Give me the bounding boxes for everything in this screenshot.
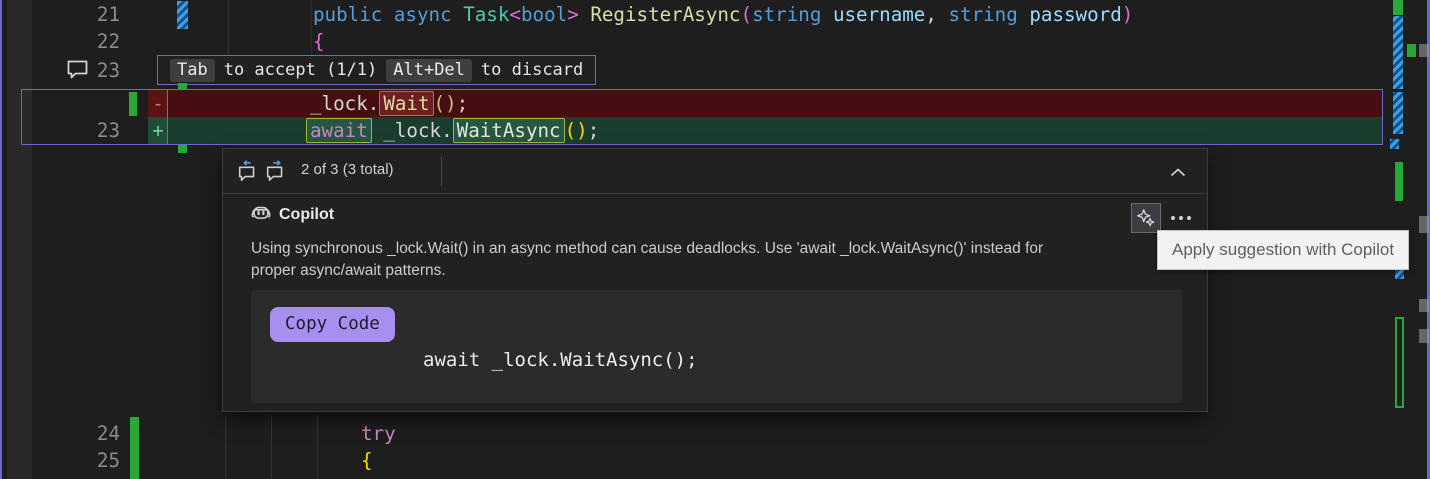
comment-icon[interactable]	[66, 60, 89, 79]
inserted-gutter-indicator	[130, 417, 139, 479]
more-actions-icon[interactable]	[1165, 205, 1197, 231]
next-comment-icon[interactable]	[263, 158, 289, 184]
indent-guide	[271, 415, 272, 479]
copy-code-button[interactable]: Copy Code	[270, 307, 395, 342]
diff-removed-sign: -	[148, 90, 168, 117]
comment-body-line: proper async/await patterns.	[251, 262, 446, 279]
line-number: 22	[96, 30, 120, 53]
hint-text: to discard	[480, 60, 584, 80]
glyph-margin	[7, 0, 32, 479]
diff-added-sign: +	[148, 117, 168, 144]
previous-comment-icon[interactable]	[235, 158, 261, 184]
ruler-modified-mark	[1393, 92, 1403, 134]
editor-left-border	[0, 0, 2, 479]
copilot-icon	[249, 202, 273, 226]
indent-guide	[228, 0, 229, 55]
inserted-gutter-indicator	[178, 144, 187, 153]
apply-suggestion-tooltip: Apply suggestion with Copilot	[1157, 230, 1410, 270]
comment-body-line: Using synchronous _lock.Wait() in an asy…	[251, 240, 1044, 257]
suggested-code: await _lock.WaitAsync();	[423, 349, 698, 371]
altdel-keybinding-chip: Alt+Del	[386, 58, 472, 82]
tab-keybinding-chip: Tab	[170, 58, 215, 82]
review-comment-widget: 2 of 3 (3 total) Copilot Using synchrono…	[222, 148, 1208, 412]
comment-pager-label: 2 of 3 (3 total)	[301, 161, 394, 178]
ruler-added-outline-mark	[1395, 317, 1404, 408]
ruler-added-mark	[1395, 162, 1403, 201]
diff-zone-inner-border	[167, 90, 168, 144]
line-number: 25	[96, 449, 120, 472]
code-line: {	[313, 30, 325, 53]
apply-suggestion-button[interactable]	[1131, 203, 1161, 233]
line-number: 23	[96, 119, 120, 142]
code-line: public async Task<bool> RegisterAsync(st…	[313, 3, 1134, 26]
suggested-code-block: Copy Code await _lock.WaitAsync();	[251, 290, 1182, 403]
modified-line-gutter-indicator	[177, 1, 188, 29]
indent-guide	[225, 415, 226, 479]
code-line: if (_users.ContainsKey(username))	[412, 474, 793, 479]
inline-suggestion-hint: Tab to accept (1/1) Alt+Del to discard	[157, 55, 597, 85]
header-divider	[441, 157, 442, 186]
modified-gutter-indicator	[129, 92, 137, 116]
diff-added-code: await _lock. WaitAsync ();	[306, 117, 599, 144]
hint-text: to accept (1/1)	[223, 60, 378, 80]
collapse-chevron-icon[interactable]	[1165, 161, 1191, 183]
ruler-modified-mark	[1393, 16, 1403, 89]
ruler-modified-mark	[1390, 139, 1399, 149]
indent-guide	[317, 415, 318, 479]
indent-guide	[311, 0, 312, 56]
ruler-added-mark	[1407, 44, 1416, 57]
comment-author: Copilot	[279, 206, 335, 223]
comment-thread-header: 2 of 3 (3 total)	[223, 149, 1207, 194]
ruler-added-mark	[1393, 0, 1403, 15]
code-editor: 21 public async Task<bool> RegisterAsync…	[0, 0, 1430, 479]
line-number: 21	[96, 3, 120, 26]
code-line: {	[361, 449, 373, 472]
inserted-gutter-indicator	[178, 83, 187, 89]
code-line: try	[361, 422, 396, 445]
line-number: 24	[96, 422, 120, 445]
diff-removed-code: _lock. Wait ();	[310, 91, 469, 116]
